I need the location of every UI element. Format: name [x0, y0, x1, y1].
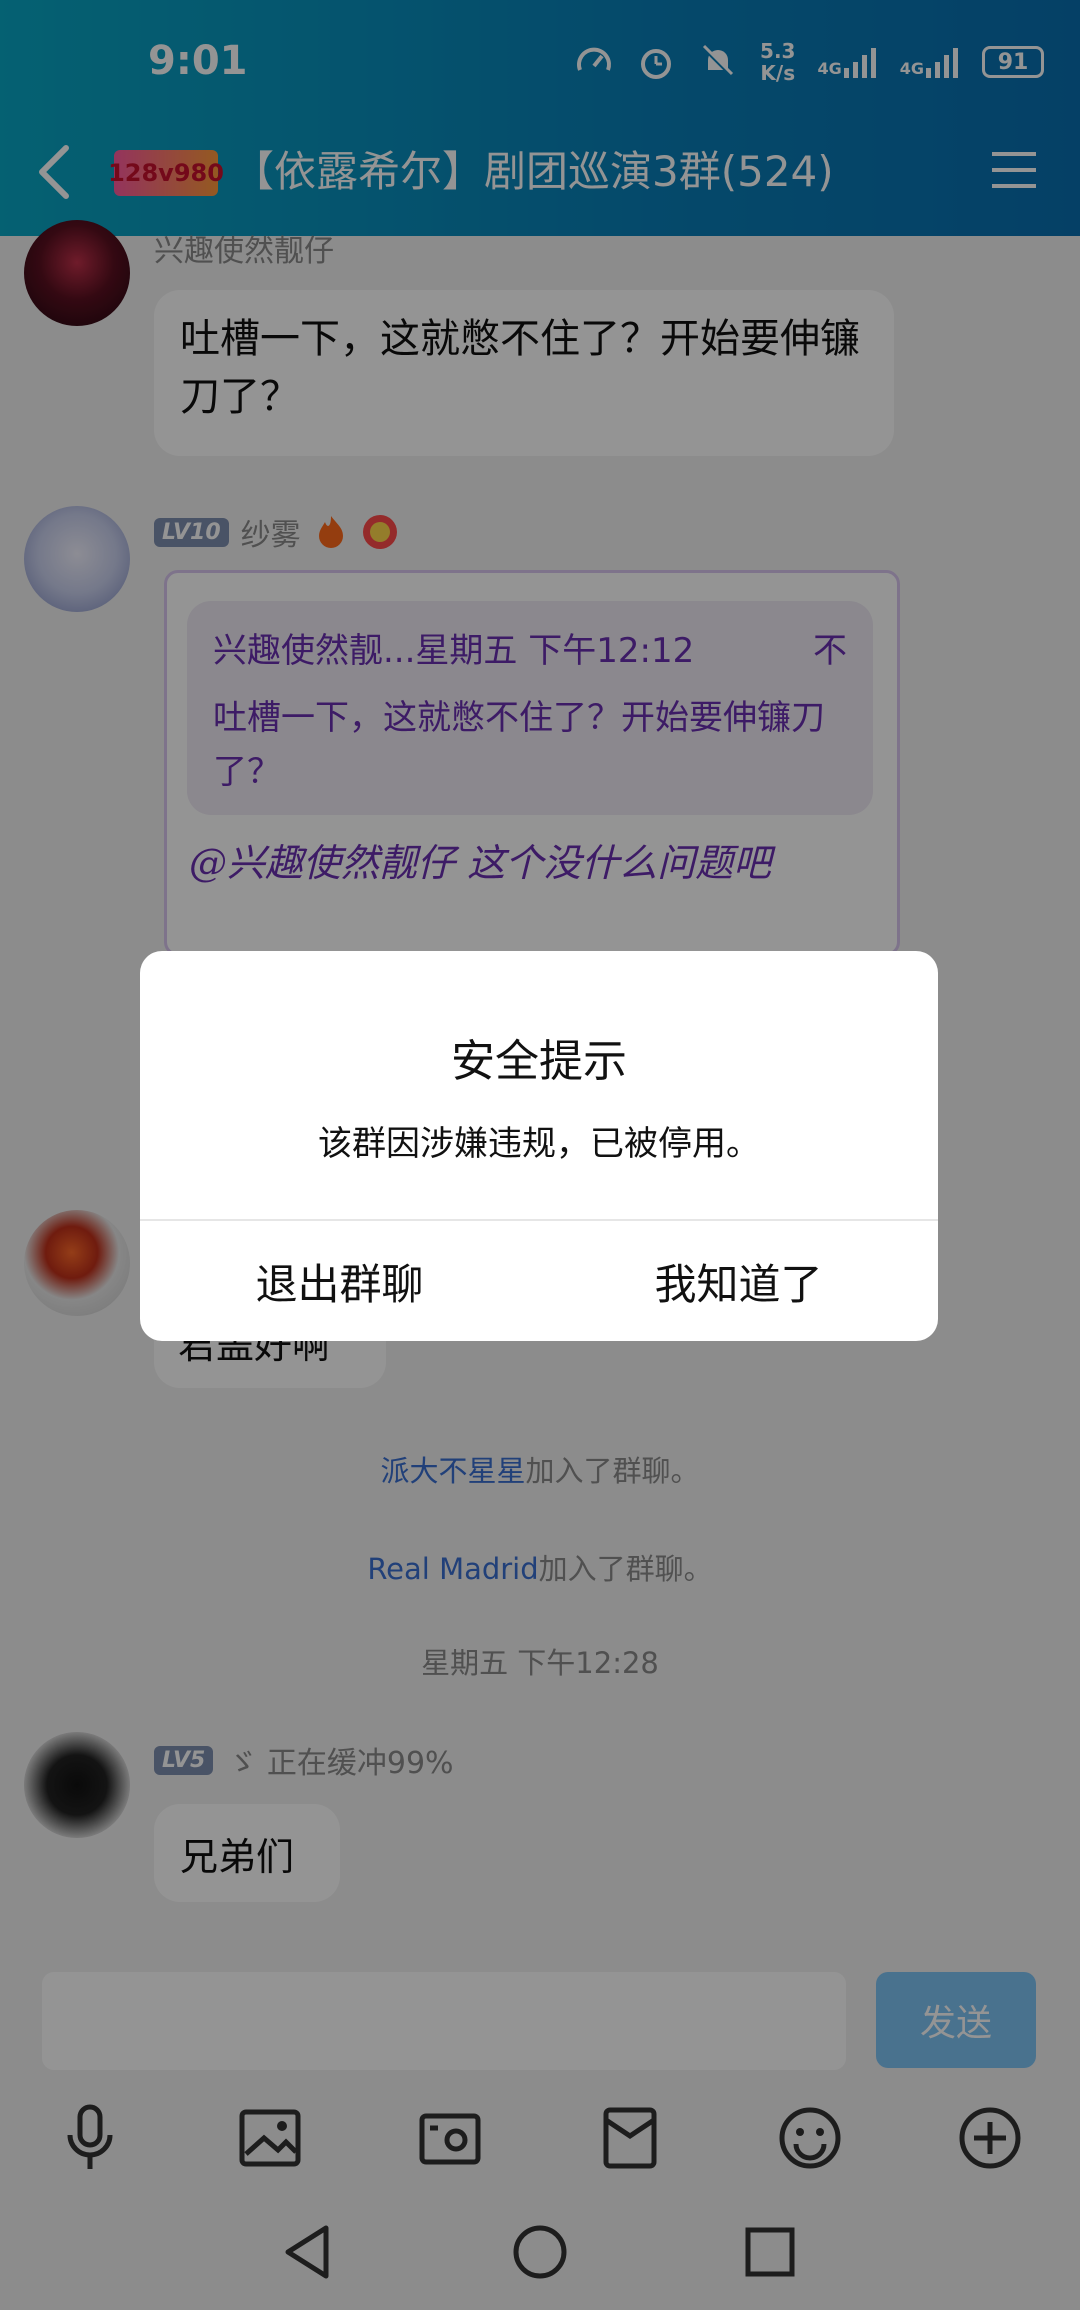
exit-group-button[interactable]: 退出群聊 — [140, 1221, 539, 1341]
security-dialog: 安全提示 该群因涉嫌违规，已被停用。 退出群聊 我知道了 — [140, 951, 938, 1341]
dialog-message: 该群因涉嫌违规，已被停用。 — [318, 1124, 760, 1164]
acknowledge-button[interactable]: 我知道了 — [539, 1221, 938, 1341]
dialog-title: 安全提示 — [451, 1036, 627, 1087]
